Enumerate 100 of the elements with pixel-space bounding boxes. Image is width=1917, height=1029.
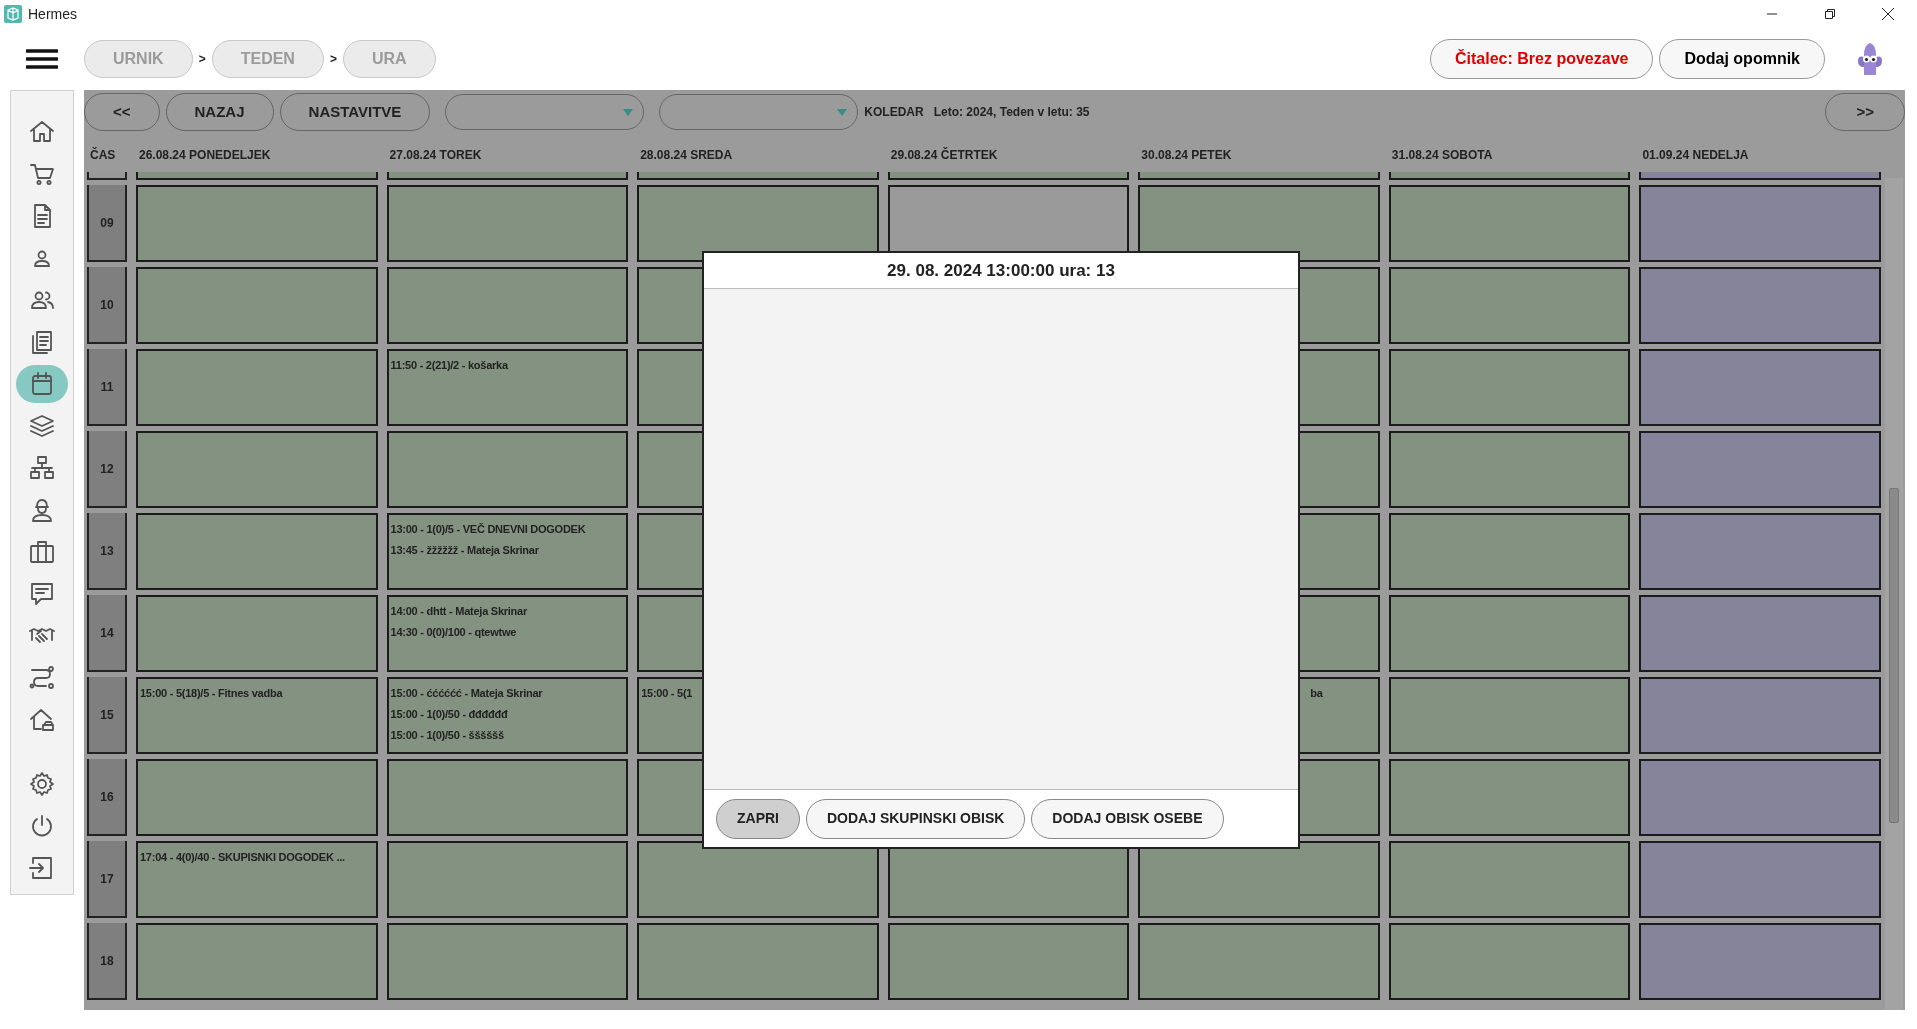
calendar-cell[interactable]	[1388, 595, 1631, 672]
event-entry[interactable]: 17:04 - 4(0)/40 - SKUPISNKI DOGODEK ...	[140, 847, 345, 868]
settings-button[interactable]: NASTAVITVE	[279, 93, 431, 131]
back-button[interactable]: NAZAJ	[165, 93, 274, 131]
calendar-cell[interactable]	[136, 349, 378, 426]
event-entry[interactable]: 15:00 - ćććććć - Mateja Skrinar	[390, 683, 543, 704]
calendar-cell[interactable]	[637, 923, 879, 1000]
menu-button[interactable]	[26, 48, 58, 70]
column-header: ČAS	[89, 146, 117, 164]
calendar-cell[interactable]	[386, 172, 629, 180]
calendar-cell[interactable]	[1388, 759, 1631, 836]
calendar-cell[interactable]	[1639, 759, 1881, 836]
day-header: 26.08.24 PONEDELJEK	[138, 147, 272, 164]
sidebar-button[interactable]	[16, 365, 68, 403]
day-header: 28.08.24 SREDA	[639, 147, 734, 164]
day-header: 30.08.24 PETEK	[1140, 147, 1233, 164]
add-visit-button[interactable]: DODAJ OBISK OSEBE	[1031, 798, 1224, 839]
calendar-cell[interactable]	[136, 759, 378, 836]
event-entry[interactable]: 13:00 - 1(0)/5 - VEČ DNEVNI DOGODEK	[390, 519, 586, 540]
event-entry[interactable]: 14:30 - 0(0)/100 - qtewtwe	[390, 622, 517, 643]
calendar-cell[interactable]: 13:00 - 1(0)/5 - VEČ DNEVNI DOGODEK 13:45 - žžžžžž - Mateja Skrinar	[386, 513, 629, 590]
calendar-cell[interactable]	[1639, 595, 1881, 672]
calendar-cell[interactable]: 15:00 - 5(18)/5 - Fitnes vadba	[136, 677, 378, 754]
calendar-cell[interactable]	[136, 172, 378, 180]
calendar-cell[interactable]	[1388, 677, 1631, 754]
chat-icon	[28, 580, 56, 608]
event-entry[interactable]: 11:50 - 2(21)/2 - košarka	[390, 355, 508, 376]
hour-cell	[87, 172, 127, 180]
calendar-cell[interactable]	[1388, 841, 1631, 918]
calendar-cell[interactable]	[1639, 185, 1881, 262]
network-icon	[28, 454, 56, 482]
calendar-cell[interactable]	[1138, 172, 1380, 180]
calendar-cell[interactable]	[1639, 431, 1881, 508]
calendar-cell[interactable]: 14:00 - dhtt - Mateja Skrinar 14:30 - 0(0)/100 - qtewtwe	[386, 595, 629, 672]
calendar-cell[interactable]	[637, 172, 879, 180]
next-week-button[interactable]: >>	[1825, 93, 1905, 131]
calendar-cell[interactable]	[1388, 185, 1631, 262]
house-car-icon	[28, 706, 56, 734]
calendar-cell[interactable]	[1639, 677, 1881, 754]
day-header: 29.08.24 ČETRTEK	[889, 146, 999, 164]
calendar-cell[interactable]	[887, 923, 1130, 1000]
hour-label: 09	[100, 214, 114, 232]
calendar-cell[interactable]	[1639, 349, 1881, 426]
calendar-cell[interactable]	[887, 172, 1130, 180]
event-entry[interactable]: 15:00 - 5(1	[641, 683, 693, 704]
calendar-cell[interactable]	[136, 431, 378, 508]
calendar-cell[interactable]	[386, 759, 629, 836]
calendar-cell[interactable]	[136, 267, 378, 344]
briefcase-icon	[28, 538, 56, 566]
calendar-cell[interactable]	[136, 185, 378, 262]
calendar-cell[interactable]	[136, 595, 378, 672]
calendar-cell[interactable]	[386, 923, 629, 1000]
calendar-cell[interactable]	[1388, 431, 1631, 508]
calendar-cell[interactable]	[1639, 172, 1881, 180]
calendar-cell[interactable]	[1639, 513, 1881, 590]
calendar-cell[interactable]: 11:50 - 2(21)/2 - košarka	[386, 349, 629, 426]
calendar-cell[interactable]	[1138, 841, 1380, 918]
calendar-cell[interactable]	[1138, 185, 1380, 262]
scrollbar-thumb[interactable]	[1889, 488, 1899, 823]
calendar-cell[interactable]	[1388, 923, 1631, 1000]
calendar-cell[interactable]: 17:04 - 4(0)/40 - SKUPISNKI DOGODEK ...	[136, 841, 378, 918]
calendar-cell[interactable]	[386, 185, 629, 262]
caret-icon	[837, 108, 848, 116]
calendar-cell[interactable]	[386, 841, 629, 918]
reader-status-button[interactable]: Čitalec: Brez povezave	[1430, 39, 1654, 79]
event-entry[interactable]: 15:00 - 1(0)/50 - đđđđđđ	[390, 704, 508, 725]
calendar-cell[interactable]	[386, 267, 629, 344]
calendar-cell[interactable]	[637, 841, 879, 918]
calendar-cell[interactable]	[1639, 841, 1881, 918]
event-entry[interactable]: ba	[1310, 683, 1323, 704]
event-entry[interactable]: 14:00 - dhtt - Mateja Skrinar	[390, 601, 527, 622]
hour-label: 12	[100, 460, 114, 478]
add-visit-button[interactable]: DODAJ SKUPINSKI OBISK	[806, 798, 1026, 839]
hour-label: 18	[100, 952, 114, 970]
hour-label: 14	[100, 624, 114, 642]
previous-week-button[interactable]: <<	[84, 93, 160, 131]
calendar-cell[interactable]	[1388, 513, 1631, 590]
settings-icon	[28, 770, 56, 798]
calendar-cell[interactable]	[1639, 923, 1881, 1000]
calendar-cell[interactable]	[1138, 923, 1380, 1000]
calendar-cell[interactable]	[1639, 267, 1881, 344]
calendar-cell[interactable]	[136, 923, 378, 1000]
calendar-cell[interactable]	[1388, 267, 1631, 344]
hour-label: 11	[100, 378, 114, 396]
close-dialog-button[interactable]: ZAPRI	[716, 798, 800, 839]
app-icon	[4, 5, 22, 23]
window-title: Hermes	[28, 4, 77, 24]
calendar-cell[interactable]	[1388, 349, 1631, 426]
calendar-cell[interactable]	[136, 513, 378, 590]
event-entry[interactable]: 15:00 - 5(18)/5 - Fitnes vadba	[140, 683, 283, 704]
calendar-cell[interactable]: 15:00 - ćććććć - Mateja Skrinar 15:00 - 1(0)/50 - đđđđđđ 15:00 - 1(0)/50 - šššššš	[386, 677, 629, 754]
calendar-cell[interactable]	[386, 431, 629, 508]
hour-label: 15	[100, 706, 114, 724]
scrollbar[interactable]	[1885, 178, 1903, 1010]
event-entry[interactable]: 15:00 - 1(0)/50 - šššššš	[390, 725, 504, 746]
calendar-cell[interactable]	[1388, 172, 1631, 180]
dialog-title: 29. 08. 2024 13:00:00 ura: 13	[887, 259, 1115, 282]
event-entry[interactable]: 13:45 - žžžžžž - Mateja Skrinar	[390, 540, 539, 561]
mascot-icon[interactable]	[1855, 41, 1885, 77]
add-reminder-button[interactable]: Dodaj opomnik	[1659, 39, 1825, 79]
